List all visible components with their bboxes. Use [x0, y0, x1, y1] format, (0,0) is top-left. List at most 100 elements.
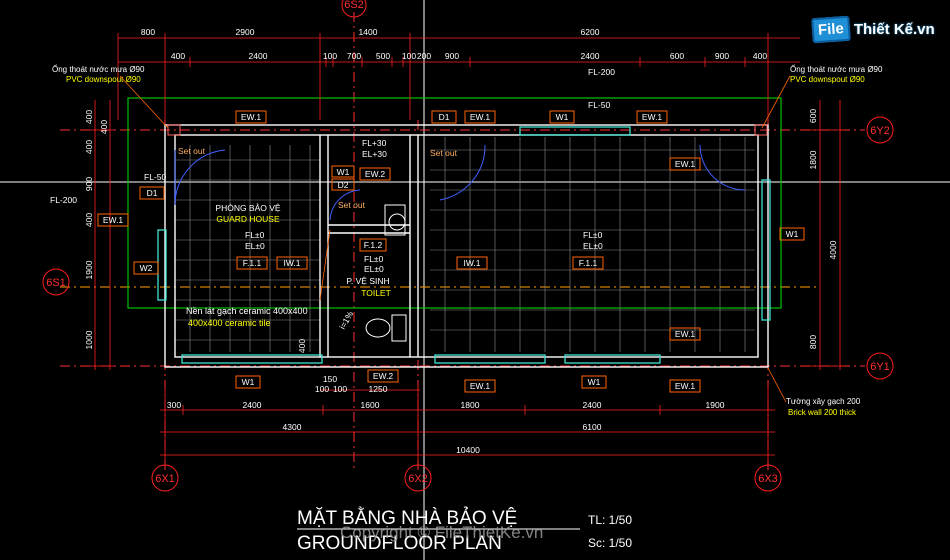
axis-6x1: 6X1 — [155, 473, 175, 485]
svg-text:1800: 1800 — [461, 400, 480, 410]
svg-text:IW.1: IW.1 — [463, 258, 480, 268]
axis-6y2: 6Y2 — [870, 125, 890, 137]
svg-text:150: 150 — [323, 374, 337, 384]
dim-lines-top — [117, 33, 800, 120]
tag-f12: F.1.2 — [364, 240, 383, 250]
note-downspout-vn-left: Ống thoát nước mưa Ø90 — [52, 64, 145, 74]
svg-text:EW.1: EW.1 — [642, 112, 663, 122]
svg-text:400: 400 — [99, 120, 109, 134]
svg-text:FL-50: FL-50 — [144, 172, 166, 182]
svg-text:EL±0: EL±0 — [364, 264, 384, 274]
svg-text:400: 400 — [84, 140, 94, 154]
brand-logo-box: File — [811, 15, 851, 43]
room-toilet-en: TOILET — [361, 288, 391, 298]
svg-text:FL-200: FL-200 — [50, 195, 77, 205]
svg-text:FL±0: FL±0 — [364, 254, 384, 264]
tag-ew1-a: EW.1 — [241, 112, 262, 122]
svg-text:400: 400 — [171, 51, 185, 61]
svg-text:700: 700 — [347, 51, 361, 61]
dim-top-1: 800 — [141, 27, 155, 37]
axis-bubbles: 6S2 6S1 6Y2 6Y1 6X1 6X2 6X3 — [42, 0, 894, 492]
svg-text:4000: 4000 — [828, 240, 838, 259]
svg-text:EL±0: EL±0 — [583, 241, 603, 251]
svg-text:F.1.1: F.1.1 — [579, 258, 598, 268]
svg-text:900: 900 — [84, 177, 94, 191]
svg-text:EW.2: EW.2 — [373, 371, 394, 381]
tag-ew2-a: EW.2 — [365, 169, 386, 179]
svg-text:EW.1: EW.1 — [675, 159, 696, 169]
svg-text:400: 400 — [84, 213, 94, 227]
setout-a: Set out — [178, 146, 206, 156]
dim-top-4: 6200 — [581, 27, 600, 37]
tag-d2: D2 — [338, 180, 349, 190]
brand-logo-name: Thiết Kế.vn — [853, 20, 935, 38]
svg-text:2400: 2400 — [581, 51, 600, 61]
svg-text:100: 100 — [333, 384, 347, 394]
note-tile-en: 400x400 ceramic tile — [188, 318, 271, 328]
axis-6x2: 6X2 — [408, 473, 428, 485]
level-el30: EL+30 — [362, 149, 387, 159]
note-wall-vn: Tường xây gạch 200 — [786, 397, 861, 406]
svg-text:EW.1: EW.1 — [470, 381, 491, 391]
room-toilet-vn: P. VỆ SINH — [346, 276, 389, 286]
axis-6s1: 6S1 — [46, 277, 66, 289]
svg-text:2400: 2400 — [583, 400, 602, 410]
svg-text:1250: 1250 — [369, 384, 388, 394]
svg-text:600: 600 — [808, 109, 818, 123]
note-tile-vn: Nền lát gạch ceramic 400x400 — [186, 306, 308, 316]
svg-text:800: 800 — [808, 335, 818, 349]
title-scale-en: Sc: 1/50 — [588, 536, 632, 550]
svg-text:500: 500 — [376, 51, 390, 61]
svg-text:100: 100 — [323, 51, 337, 61]
svg-text:900: 900 — [715, 51, 729, 61]
dim-text-top: 800 2900 1400 6200 400 2400 100 700 500 … — [141, 27, 767, 61]
svg-text:1600: 1600 — [361, 400, 380, 410]
svg-text:10400: 10400 — [456, 445, 480, 455]
level-fl200-a: FL-200 — [588, 67, 615, 77]
room-names: PHÒNG BẢO VỆ GUARD HOUSE P. VỆ SINH TOIL… — [215, 202, 390, 298]
svg-text:200: 200 — [417, 51, 431, 61]
dim-text-right: 600 1800 4000 800 — [808, 109, 838, 349]
svg-text:Set out: Set out — [430, 148, 458, 158]
svg-text:EW.1: EW.1 — [675, 381, 696, 391]
tag-w2: W2 — [140, 263, 153, 273]
svg-text:W1: W1 — [588, 377, 601, 387]
dim-top-2: 2900 — [236, 27, 255, 37]
svg-text:300: 300 — [167, 400, 181, 410]
axis-6y1: 6Y1 — [870, 361, 890, 373]
room-guard-vn: PHÒNG BẢO VỆ — [215, 202, 281, 213]
note-downspout-en-right: PVC downspout Ø90 — [790, 75, 865, 84]
svg-text:600: 600 — [670, 51, 684, 61]
tag-d1-a: D1 — [439, 112, 450, 122]
svg-text:900: 900 — [445, 51, 459, 61]
title-scale-vn: TL: 1/50 — [588, 513, 632, 527]
tag-f11-a: F.1.1 — [243, 258, 262, 268]
svg-text:Set out: Set out — [338, 200, 366, 210]
note-downspout-vn-right: Ống thoát nước mưa Ø90 — [790, 64, 883, 74]
svg-text:400: 400 — [753, 51, 767, 61]
note-wall-en: Brick wall 200 thick — [788, 408, 857, 417]
svg-text:EW.1: EW.1 — [103, 215, 124, 225]
svg-text:EW.1: EW.1 — [675, 329, 696, 339]
svg-text:EW.1: EW.1 — [470, 112, 491, 122]
floor-plan-drawing: 800 2900 1400 6200 400 2400 100 700 500 … — [0, 0, 950, 560]
svg-text:W1: W1 — [337, 167, 350, 177]
svg-text:1800: 1800 — [808, 150, 818, 169]
svg-text:W1: W1 — [786, 229, 799, 239]
watermark: Copyright © FileThietKe.vn — [340, 523, 543, 542]
axis-6x3: 6X3 — [758, 473, 778, 485]
svg-text:400: 400 — [84, 110, 94, 124]
tag-iw1-a: IW.1 — [283, 258, 300, 268]
svg-text:1900: 1900 — [84, 260, 94, 279]
svg-text:6100: 6100 — [583, 422, 602, 432]
svg-text:100: 100 — [315, 384, 329, 394]
note-downspout-en-left: PVC downspout Ø90 — [66, 75, 141, 84]
svg-text:2400: 2400 — [243, 400, 262, 410]
dim-top-3: 1400 — [359, 27, 378, 37]
level-annotations: FL-200 FL-200 FL-50 FL-50 FL+30 EL+30 FL… — [50, 67, 615, 331]
tag-w1-a: W1 — [556, 112, 569, 122]
axis-6s2: 6S2 — [344, 0, 364, 11]
svg-text:1000: 1000 — [84, 330, 94, 349]
svg-text:400: 400 — [297, 339, 307, 353]
title-block: MẶT BẰNG NHÀ BẢO VỆ GROUNDFLOOR PLAN TL:… — [297, 507, 632, 554]
